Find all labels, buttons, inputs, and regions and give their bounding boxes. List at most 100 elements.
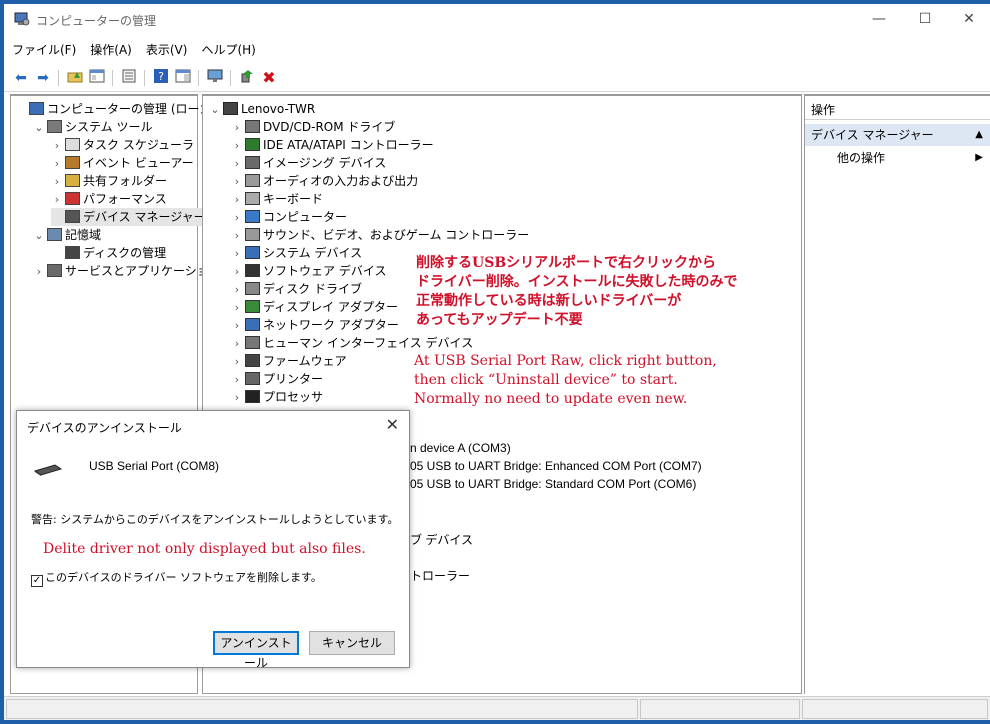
- device-category-label: ヒューマン インターフェイス デバイス: [263, 336, 474, 350]
- tree-item[interactable]: › イベント ビューアー: [51, 154, 194, 172]
- expand-chevron-icon[interactable]: ›: [231, 173, 243, 191]
- properties-icon[interactable]: [120, 69, 138, 87]
- device-category[interactable]: › サウンド、ビデオ、およびゲーム コントローラー: [231, 226, 529, 244]
- device-row-partial[interactable]: ブ デバイス: [410, 531, 473, 548]
- tree-item[interactable]: › サービスとアプリケーション: [33, 262, 221, 280]
- menu-view[interactable]: 表示(V): [138, 38, 194, 58]
- expand-chevron-icon[interactable]: ›: [51, 191, 63, 209]
- device-tree-root[interactable]: ⌄ Lenovo-TWR: [209, 100, 315, 118]
- menu-help[interactable]: ヘルプ(H): [193, 38, 261, 58]
- show-tree-icon[interactable]: [88, 69, 106, 87]
- help-icon[interactable]: ?: [152, 69, 170, 87]
- device-category[interactable]: › システム デバイス: [231, 244, 362, 262]
- performance-icon: [65, 192, 80, 205]
- expand-chevron-icon[interactable]: ›: [231, 245, 243, 263]
- device-category-label: ディスク ドライブ: [263, 282, 362, 296]
- tree-item[interactable]: › タスク スケジューラ: [51, 136, 194, 154]
- expand-chevron-icon[interactable]: ⌄: [33, 119, 45, 137]
- tree-item[interactable]: ⌄ システム ツール: [33, 118, 152, 136]
- device-category-label: ソフトウェア デバイス: [263, 264, 387, 278]
- menu-file[interactable]: ファイル(F): [4, 38, 82, 58]
- delete-driver-checkbox-row[interactable]: ✓ このデバイスのドライバー ソフトウェアを削除します。: [31, 569, 322, 587]
- expand-chevron-icon[interactable]: ›: [231, 119, 243, 137]
- device-row-partial[interactable]: トローラー: [410, 567, 470, 584]
- annotation-jp-line: ドライバー削除。インストールに失敗した時のみで: [416, 274, 738, 290]
- cancel-button[interactable]: キャンセル: [309, 631, 395, 655]
- expand-chevron-icon[interactable]: ›: [231, 155, 243, 173]
- device-category[interactable]: › オーディオの入力および出力: [231, 172, 418, 190]
- device-category[interactable]: › ネットワーク アダプター: [231, 316, 399, 334]
- device-category[interactable]: › ディスプレイ アダプター: [231, 298, 398, 316]
- actions-section-label: デバイス マネージャー: [811, 128, 934, 142]
- device-category-icon: [245, 300, 260, 313]
- expand-chevron-icon[interactable]: ›: [231, 371, 243, 389]
- back-icon[interactable]: ⬅: [12, 69, 30, 87]
- device-category[interactable]: › プリンター: [231, 370, 323, 388]
- tree-item-label: タスク スケジューラ: [83, 138, 194, 152]
- expand-chevron-icon[interactable]: ›: [231, 263, 243, 281]
- expand-chevron-icon[interactable]: ›: [33, 263, 45, 281]
- device-row-partial[interactable]: n device A (COM3): [410, 441, 511, 455]
- computer-icon: [223, 102, 238, 115]
- device-category[interactable]: › IDE ATA/ATAPI コントローラー: [231, 136, 434, 154]
- menu-bar: ファイル(F) 操作(A) 表示(V) ヘルプ(H): [4, 38, 990, 60]
- expand-chevron-icon[interactable]: ›: [231, 335, 243, 353]
- collapse-caret-icon[interactable]: ▲: [975, 124, 983, 146]
- update-driver-icon[interactable]: [238, 69, 256, 87]
- dialog-close-button[interactable]: ✕: [386, 415, 399, 434]
- device-category[interactable]: › ソフトウェア デバイス: [231, 262, 386, 280]
- actions-section-device-manager[interactable]: デバイス マネージャー ▲: [805, 124, 990, 146]
- delete-icon[interactable]: ✖: [260, 69, 278, 87]
- device-category-label: ネットワーク アダプター: [263, 318, 399, 332]
- device-category[interactable]: › DVD/CD-ROM ドライブ: [231, 118, 395, 136]
- expand-chevron-icon[interactable]: ⌄: [33, 227, 45, 245]
- toolbar: ⬅ ➡ ? ✖: [4, 64, 990, 92]
- device-category[interactable]: › プロセッサ: [231, 388, 323, 406]
- expand-chevron-icon[interactable]: ›: [231, 281, 243, 299]
- expand-chevron-icon[interactable]: ›: [231, 137, 243, 155]
- device-row-partial[interactable]: 05 USB to UART Bridge: Enhanced COM Port…: [410, 459, 702, 473]
- delete-driver-checkbox[interactable]: ✓: [31, 575, 43, 587]
- device-category-label: プロセッサ: [263, 390, 324, 404]
- device-category[interactable]: › イメージング デバイス: [231, 154, 386, 172]
- menu-action[interactable]: 操作(A): [82, 38, 138, 58]
- tree-item[interactable]: ディスクの管理: [51, 244, 166, 262]
- device-category-icon: [245, 372, 260, 385]
- expand-chevron-icon[interactable]: ›: [231, 389, 243, 407]
- device-category[interactable]: › コンピューター: [231, 208, 347, 226]
- dialog-warning: 警告: システムからこのデバイスをアンインストールしようとしています。: [31, 513, 399, 526]
- actions-other-operations[interactable]: 他の操作 ▶: [805, 148, 990, 168]
- expand-chevron-icon[interactable]: ›: [51, 155, 63, 173]
- tree-item[interactable]: ⌄ 記憶域: [33, 226, 101, 244]
- expand-chevron-icon[interactable]: ›: [51, 137, 63, 155]
- device-category[interactable]: › ファームウェア: [231, 352, 347, 370]
- device-category[interactable]: › キーボード: [231, 190, 323, 208]
- tree-item[interactable]: › パフォーマンス: [51, 190, 167, 208]
- expand-chevron-icon[interactable]: ›: [231, 353, 243, 371]
- minimize-button[interactable]: —: [856, 4, 902, 34]
- device-category-icon: [245, 192, 260, 205]
- forward-icon[interactable]: ➡: [34, 69, 52, 87]
- expand-chevron-icon[interactable]: ›: [231, 317, 243, 335]
- view-icon[interactable]: [174, 69, 192, 87]
- expand-chevron-icon[interactable]: ›: [231, 299, 243, 317]
- expand-chevron-icon[interactable]: ⌄: [209, 101, 221, 119]
- device-category[interactable]: › ヒューマン インターフェイス デバイス: [231, 334, 473, 352]
- tree-item[interactable]: デバイス マネージャー: [51, 208, 206, 226]
- close-button[interactable]: ✕: [946, 4, 990, 34]
- tree-item[interactable]: コンピューターの管理 (ローカル): [15, 100, 228, 118]
- dialog-device-name: USB Serial Port (COM8): [89, 459, 220, 473]
- expand-chevron-icon[interactable]: ›: [231, 191, 243, 209]
- device-row-partial[interactable]: 05 USB to UART Bridge: Standard COM Port…: [410, 477, 696, 491]
- expand-chevron-icon[interactable]: ›: [231, 227, 243, 245]
- expand-chevron-icon[interactable]: ›: [231, 209, 243, 227]
- monitor-icon[interactable]: [206, 69, 224, 87]
- uninstall-button[interactable]: アンインストール: [213, 631, 299, 670]
- annotation-jp-line: あってもアップデート不要: [416, 312, 583, 328]
- expand-chevron-icon[interactable]: ›: [51, 173, 63, 191]
- device-category[interactable]: › ディスク ドライブ: [231, 280, 362, 298]
- maximize-button[interactable]: ☐: [902, 4, 948, 34]
- tree-item[interactable]: › 共有フォルダー: [51, 172, 167, 190]
- up-folder-icon[interactable]: [66, 69, 84, 87]
- actions-header: 操作: [805, 100, 990, 120]
